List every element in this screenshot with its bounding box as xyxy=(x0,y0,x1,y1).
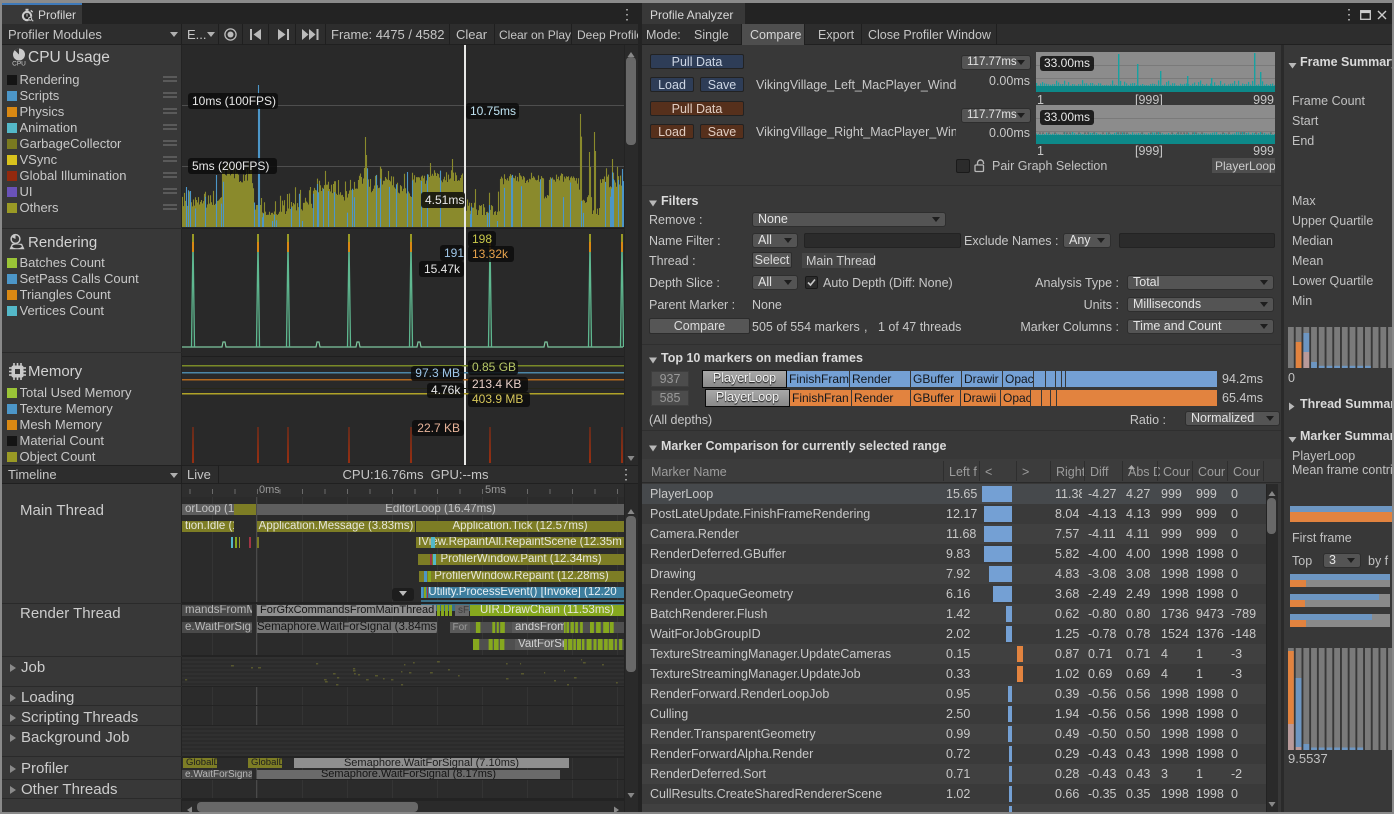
svg-text:CPU: CPU xyxy=(12,61,26,68)
